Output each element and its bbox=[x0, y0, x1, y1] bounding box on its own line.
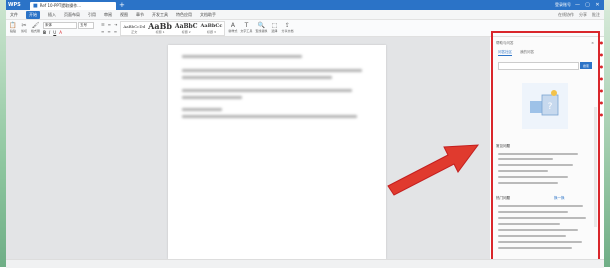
align-center-icon[interactable]: ≡ bbox=[107, 29, 110, 34]
blurred-text-line bbox=[182, 55, 302, 58]
document-icon: ■ bbox=[33, 3, 38, 9]
share-doc-button[interactable]: ⇪ 分享文档 bbox=[281, 21, 293, 35]
font-name-select[interactable]: 宋体 bbox=[43, 21, 78, 29]
side-help-icon[interactable]: ● bbox=[600, 40, 604, 45]
style-heading-3[interactable]: AaBbCc 标题 3 bbox=[201, 23, 223, 34]
maximize-button[interactable]: ▢ bbox=[584, 2, 591, 8]
close-button[interactable]: ✕ bbox=[594, 2, 601, 8]
blurred-text-line bbox=[182, 96, 242, 99]
style-normal[interactable]: AaBbCcDd 正文 bbox=[123, 23, 145, 34]
menu-view[interactable]: 视图 bbox=[120, 12, 128, 18]
desktop-background-right bbox=[604, 0, 610, 267]
cut-button[interactable]: ✂ 剪切 bbox=[20, 21, 28, 35]
find-replace-button[interactable]: 🔍 查找替换 bbox=[255, 21, 267, 35]
side-backup-icon[interactable]: ● bbox=[600, 100, 604, 105]
menu-file[interactable]: 文件 bbox=[10, 12, 18, 18]
underline-button[interactable]: U bbox=[53, 30, 56, 35]
app-name: WPS bbox=[8, 2, 21, 8]
menu-review[interactable]: 审阅 bbox=[104, 12, 112, 18]
style-heading-2[interactable]: AaBbC 标题 2 bbox=[175, 23, 198, 34]
new-tab-button[interactable]: + bbox=[119, 1, 125, 9]
blurred-text-line bbox=[182, 69, 362, 72]
document-tab[interactable]: ■ Ref 10-PPT提取操作... bbox=[30, 2, 116, 10]
blurred-text-line bbox=[182, 76, 332, 79]
paste-button[interactable]: 📋 粘贴 bbox=[9, 21, 17, 35]
blurred-text-line bbox=[182, 108, 222, 111]
blurred-text-line bbox=[182, 115, 357, 118]
document-workspace bbox=[6, 37, 490, 259]
format-painter-button[interactable]: 🖌 格式刷 bbox=[31, 21, 40, 35]
comment-link[interactable]: 批注 bbox=[592, 12, 600, 18]
align-right-icon[interactable]: ≡ bbox=[114, 29, 117, 34]
menu-references[interactable]: 引用 bbox=[88, 12, 96, 18]
numbered-list-icon[interactable]: ≡ bbox=[108, 22, 111, 27]
side-more-icon[interactable]: ● bbox=[600, 112, 604, 117]
italic-button[interactable]: I bbox=[49, 30, 50, 35]
select-button[interactable]: ⬚ 选择 bbox=[270, 21, 278, 35]
menu-developer[interactable]: 开发工具 bbox=[152, 12, 168, 18]
share-link[interactable]: 分享 bbox=[579, 12, 587, 18]
side-toolbar: ● ● ● ● ● ● ● bbox=[599, 40, 604, 117]
indent-icon[interactable]: ⇥ bbox=[114, 22, 117, 27]
highlight-box bbox=[491, 31, 600, 264]
side-property-icon[interactable]: ● bbox=[600, 76, 604, 81]
blurred-text-line bbox=[182, 89, 352, 92]
new-style-button[interactable]: A 新样式 bbox=[228, 21, 237, 35]
menu-insert[interactable]: 插入 bbox=[48, 12, 56, 18]
font-color-button[interactable]: A bbox=[59, 30, 62, 35]
align-left-icon[interactable]: ≡ bbox=[101, 29, 104, 34]
menu-page-layout[interactable]: 页面布局 bbox=[64, 12, 80, 18]
bullet-list-icon[interactable]: ☰ bbox=[101, 22, 105, 27]
style-gallery: AaBbCcDd 正文 AaBb 标题 1 AaBbC 标题 2 AaBbCc … bbox=[120, 20, 226, 36]
minimize-button[interactable]: — bbox=[574, 2, 581, 8]
wps-logo[interactable]: WPS bbox=[6, 0, 30, 10]
title-bar: WPS ■ Ref 10-PPT提取操作... + 登录账号 — ▢ ✕ bbox=[6, 0, 604, 10]
text-tool-button[interactable]: T 文字工具 bbox=[240, 21, 252, 35]
side-select-icon[interactable]: ● bbox=[600, 64, 604, 69]
document-tab-title: Ref 10-PPT提取操作... bbox=[39, 3, 82, 8]
menu-bar: 文件 开始 插入 页面布局 引用 审阅 视图 章节 开发工具 特色应用 文档助手… bbox=[6, 10, 604, 20]
collaborate-link[interactable]: 在线协作 bbox=[558, 12, 574, 18]
style-heading-1[interactable]: AaBb 标题 1 bbox=[148, 22, 172, 34]
menu-special-apps[interactable]: 特色应用 bbox=[176, 12, 192, 18]
side-share-icon[interactable]: ● bbox=[600, 88, 604, 93]
login-link[interactable]: 登录账号 bbox=[555, 2, 571, 8]
menu-home[interactable]: 开始 bbox=[26, 10, 40, 19]
font-size-select[interactable]: 五号 bbox=[78, 21, 95, 29]
document-page[interactable] bbox=[168, 45, 386, 259]
side-style-icon[interactable]: ● bbox=[600, 52, 604, 57]
menu-doc-assistant[interactable]: 文档助手 bbox=[200, 12, 216, 18]
bold-button[interactable]: B bbox=[43, 30, 46, 35]
menu-section[interactable]: 章节 bbox=[136, 12, 144, 18]
